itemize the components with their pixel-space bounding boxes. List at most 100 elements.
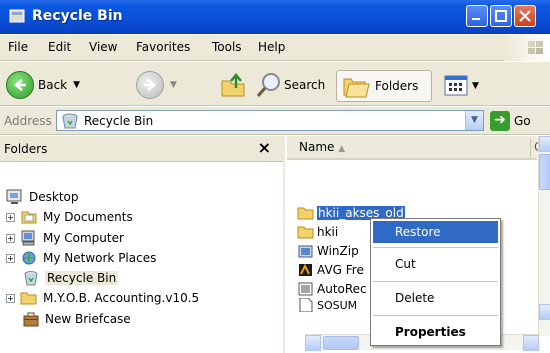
forward-button[interactable]: ▼ <box>136 68 177 102</box>
scroll-left-button[interactable] <box>305 335 321 351</box>
tree-label-new-briefcase: New Briefcase <box>45 312 131 326</box>
close-icon <box>519 10 531 22</box>
search-button[interactable]: Search <box>254 68 325 102</box>
folders-pane-title: Folders <box>4 142 48 156</box>
tree-label-my-computer: My Computer <box>43 231 124 245</box>
context-properties[interactable]: Properties <box>373 321 498 343</box>
forward-arrow-icon <box>136 71 164 99</box>
back-button[interactable]: Back ▼ <box>6 68 80 102</box>
menu-bar: File Edit View Favorites Tools Help <box>0 35 550 61</box>
file-name: AutoRec <box>317 282 367 296</box>
go-label: Go <box>514 114 531 128</box>
scroll-thumb[interactable] <box>539 154 550 190</box>
menu-view[interactable]: View <box>89 40 117 54</box>
address-dropdown-icon[interactable]: ▼ <box>465 111 483 130</box>
autorec-icon <box>298 282 313 296</box>
up-folder-button[interactable] <box>218 68 248 102</box>
column-separator[interactable] <box>530 139 531 157</box>
tree-label-myob-accounting: M.Y.O.B. Accounting.v10.5 <box>43 291 200 305</box>
tree-item-desktop[interactable]: Desktop <box>6 186 79 208</box>
tree-label-desktop: Desktop <box>29 190 79 204</box>
windows-flag-icon <box>528 41 543 54</box>
column-header-row: Name ▲ C <box>287 136 542 160</box>
desktop-icon <box>6 189 22 204</box>
sort-ascending-icon: ▲ <box>338 144 346 154</box>
file-name: SOSUM <box>317 298 358 312</box>
go-button[interactable]: ➜ Go <box>490 111 531 131</box>
tree-label-my-documents: My Documents <box>43 210 133 224</box>
go-arrow-icon: ➜ <box>490 111 510 131</box>
expand-icon[interactable]: + <box>6 233 15 243</box>
folders-pane-header: Folders × <box>0 136 283 162</box>
address-label: Address <box>4 114 52 128</box>
up-folder-icon <box>221 73 245 97</box>
context-separator <box>373 247 498 248</box>
briefcase-icon <box>23 312 39 327</box>
tree-item-my-computer[interactable]: + My Computer <box>6 227 124 249</box>
expand-icon[interactable]: + <box>6 293 15 303</box>
folder-icon <box>297 207 314 220</box>
menu-file[interactable]: File <box>8 40 28 54</box>
winzip-icon <box>298 245 313 258</box>
menu-help[interactable]: Help <box>258 40 285 54</box>
search-icon <box>256 73 280 97</box>
folders-pane: Folders × Desktop + My Documents + My Co… <box>0 136 285 353</box>
my-computer-icon <box>21 230 35 246</box>
minimize-icon <box>472 18 480 20</box>
minimize-button[interactable] <box>466 5 488 27</box>
tree-item-my-documents[interactable]: + My Documents <box>6 206 133 228</box>
address-bar: Address Recycle Bin ▼ ➜ Go <box>0 107 550 135</box>
tree-label-my-network-places: My Network Places <box>43 251 157 265</box>
menu-favorites[interactable]: Favorites <box>136 40 190 54</box>
search-label: Search <box>284 78 326 92</box>
back-dropdown-icon[interactable]: ▼ <box>73 80 80 90</box>
tree-label-recycle-bin: Recycle Bin <box>45 271 119 285</box>
file-icon <box>299 298 313 312</box>
tree-item-my-network-places[interactable]: + My Network Places <box>6 247 156 269</box>
tree-item-new-briefcase[interactable]: New Briefcase <box>22 308 131 330</box>
tree-item-recycle-bin[interactable]: Recycle Bin <box>22 267 119 289</box>
context-separator <box>373 281 498 282</box>
hscroll-thumb[interactable] <box>323 336 359 350</box>
context-restore[interactable]: Restore <box>373 221 498 243</box>
recycle-bin-icon <box>9 9 25 23</box>
folders-button[interactable]: Folders <box>336 70 432 102</box>
address-value: Recycle Bin <box>84 114 154 128</box>
vertical-scrollbar[interactable] <box>538 136 550 336</box>
folders-label: Folders <box>375 79 419 93</box>
context-separator <box>373 315 498 316</box>
context-cut[interactable]: Cut <box>373 253 498 275</box>
scroll-up-button[interactable] <box>539 136 550 152</box>
recycle-bin-icon <box>24 271 38 286</box>
file-name: AVG Fre <box>317 263 364 277</box>
context-menu: Restore Cut Delete Properties <box>370 218 501 346</box>
views-button[interactable]: ▼ <box>444 72 479 100</box>
close-button[interactable] <box>514 5 536 27</box>
window-title: Recycle Bin <box>32 8 123 24</box>
close-folders-pane-button[interactable]: × <box>258 138 271 157</box>
maximize-icon <box>495 10 507 22</box>
address-input[interactable]: Recycle Bin ▼ <box>56 110 484 131</box>
back-arrow-icon <box>6 71 34 99</box>
forward-dropdown-icon[interactable]: ▼ <box>170 80 177 90</box>
expand-icon[interactable]: + <box>6 212 15 222</box>
column-header-name[interactable]: Name ▲ <box>299 140 345 154</box>
file-name: WinZip <box>317 244 359 258</box>
scroll-down-button[interactable] <box>539 304 550 320</box>
menu-tools[interactable]: Tools <box>212 40 242 54</box>
avg-icon <box>299 263 312 276</box>
back-label: Back <box>38 78 68 92</box>
expand-icon[interactable]: + <box>6 253 15 263</box>
views-icon <box>444 75 468 96</box>
scroll-right-button[interactable] <box>523 335 539 351</box>
recycle-bin-icon <box>62 113 78 129</box>
context-delete[interactable]: Delete <box>373 287 498 309</box>
tree-item-myob-accounting[interactable]: + M.Y.O.B. Accounting.v10.5 <box>6 287 199 309</box>
views-dropdown-icon: ▼ <box>472 81 479 91</box>
windows-logo <box>504 35 550 61</box>
menu-edit[interactable]: Edit <box>48 40 71 54</box>
file-name: hkii <box>317 225 339 239</box>
maximize-button[interactable] <box>490 5 512 27</box>
network-places-icon <box>22 251 36 265</box>
folder-icon <box>20 292 37 305</box>
